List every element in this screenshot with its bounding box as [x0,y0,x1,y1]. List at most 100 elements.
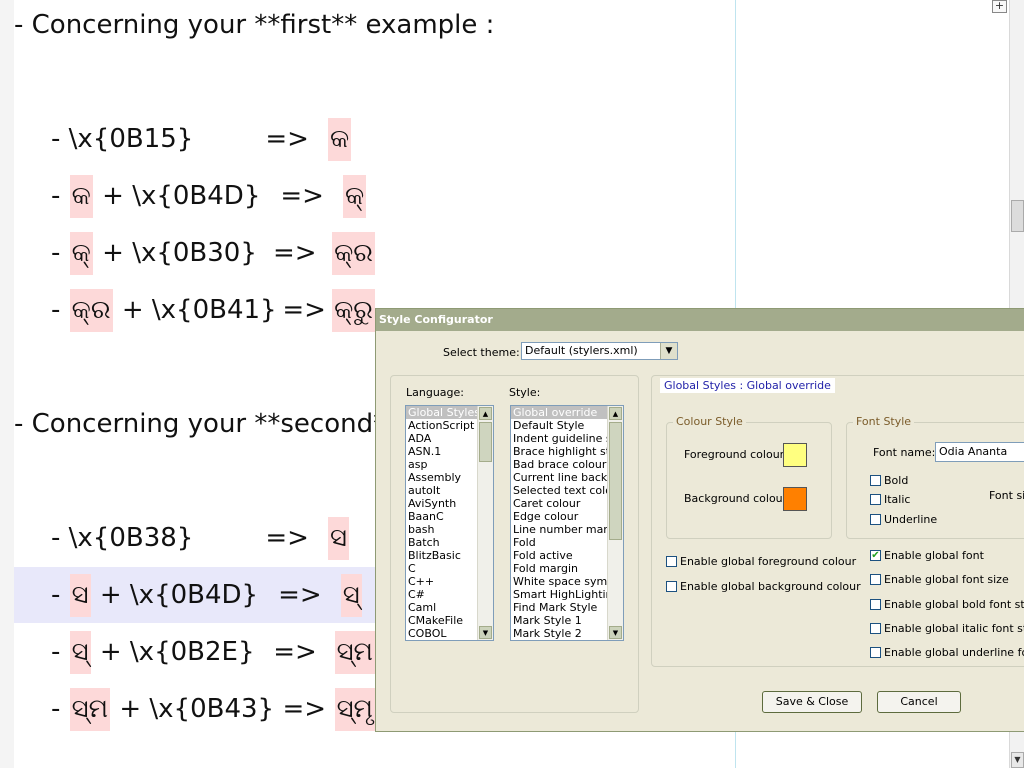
scrollbar-thumb[interactable] [479,422,492,462]
language-listbox[interactable]: Global Styles ActionScript ADA ASN.1 asp Asse… [405,405,494,641]
scroll-down-icon[interactable]: ▼ [609,626,622,639]
style-listbox[interactable]: Global override Default Style Indent guide… [510,405,624,641]
line-dash: - [51,124,69,154]
dialog-title: Style Configurator [376,309,1024,331]
style-configurator-dialog: Style Configurator Select theme: Default… [375,308,1024,732]
scrollbar-thumb[interactable] [1011,200,1024,232]
editor-line: - କ୍ + \x{0B30} => କ୍ର [14,225,376,281]
cancel-button[interactable]: Cancel [877,691,961,713]
style-list-item[interactable]: Fold active [511,549,609,562]
arrow-text: => [282,295,326,325]
editor-line: - କ + \x{0B4D} => କ୍ [14,168,376,224]
style-list-item[interactable]: Indent guideline style [511,432,609,445]
foreground-colour-swatch[interactable] [783,443,807,467]
theme-select[interactable]: Default (stylers.xml) ▼ [521,342,678,360]
language-label: Language: [406,386,464,399]
foreground-label: Foreground colour [684,448,785,461]
style-list-item[interactable]: Fold [511,536,609,549]
heading-text: - Concerning your **first** example : [14,10,495,40]
line-dash: - [51,580,69,610]
style-list-item[interactable]: Default Style [511,419,609,432]
style-list-item[interactable]: Bad brace colour [511,458,609,471]
codepoint-text: \x{0B38} [68,523,194,553]
style-list-item[interactable]: Find Mark Style [511,601,609,614]
bold-checkbox[interactable]: Bold [870,474,908,487]
font-name-field[interactable]: Odia Ananta [935,442,1024,462]
style-list-item[interactable]: Selected text colour [511,484,609,497]
style-label: Style: [509,386,541,399]
codepoint-text: + \x{0B41} [113,295,277,325]
style-list-item[interactable]: Caret colour [511,497,609,510]
style-list-item[interactable]: Global override [511,406,609,419]
line-dash: - [51,637,69,667]
arrow-text: => [273,637,317,667]
result-glyph: ସ୍ମ [334,630,375,674]
style-list-item[interactable]: Brace highlight style [511,445,609,458]
line-dash: - [51,181,69,211]
font-name-value: Odia Ananta [939,445,1008,458]
style-list-item[interactable]: Current line background [511,471,609,484]
editor-line: - \x{0B15} => କ [14,111,376,167]
source-glyph: ସ୍ [69,630,91,674]
result-glyph: ସ୍ [340,573,362,617]
background-colour-swatch[interactable] [783,487,807,511]
arrow-text: => [265,523,309,553]
arrow-text: => [273,238,317,268]
theme-select-value: Default (stylers.xml) [525,344,638,357]
language-listbox-scrollbar[interactable]: ▲ ▼ [477,406,493,640]
style-header-label: Global Styles : Global override [664,379,831,392]
scrollbar-thumb[interactable] [609,422,622,540]
scroll-up-icon[interactable]: ▲ [479,407,492,420]
source-glyph: କ [69,174,93,218]
enable-fg-checkbox[interactable]: Enable global foreground colour [666,555,856,568]
result-glyph: କ୍ରୁ [332,288,375,332]
source-glyph: ସ [69,573,91,617]
result-glyph: ସ [327,516,349,560]
source-glyph: ସ୍ମ [69,687,111,731]
arrow-text: => [278,580,322,610]
scroll-down-icon[interactable]: ▼ [479,626,492,639]
enable-bold-checkbox[interactable]: Enable global bold font style [870,598,1024,611]
editor-line: - \x{0B38} => ସ [14,510,376,566]
underline-label: Underline [884,513,938,526]
scroll-down-icon[interactable]: ▼ [1011,752,1024,768]
style-header-text: Global Styles : Global override [660,378,835,393]
line-dash: - [51,295,69,325]
style-list-item[interactable]: Mark Style 2 [511,627,609,640]
style-list-item[interactable]: Line number margin [511,523,609,536]
style-list-item[interactable]: Edge colour [511,510,609,523]
enable-underline-checkbox[interactable]: Enable global underline font s [870,646,1024,659]
style-listbox-scrollbar[interactable]: ▲ ▼ [607,406,623,640]
enable-bg-checkbox[interactable]: Enable global background colour [666,580,861,593]
arrow-text: => [280,181,324,211]
result-glyph: କ୍ [342,174,367,218]
select-theme-label: Select theme: [443,346,520,359]
underline-checkbox[interactable]: Underline [870,513,937,526]
chevron-down-icon[interactable]: ▼ [660,343,677,359]
style-list-item[interactable]: Smart HighLighting [511,588,609,601]
enable-italic-checkbox[interactable]: Enable global italic font style [870,622,1024,635]
editor-line: - ସ୍ମ + \x{0B43} => ସ୍ମୃ [14,681,376,737]
codepoint-text: + \x{0B43} [111,694,275,724]
enable-font-size-checkbox[interactable]: Enable global font size [870,573,1009,586]
codepoint-text: + \x{0B4D} [93,181,261,211]
line-dash: - [51,523,69,553]
save-close-button[interactable]: Save & Close [762,691,862,713]
style-list-item[interactable]: Fold margin [511,562,609,575]
scroll-up-icon[interactable]: ▲ [609,407,622,420]
result-glyph: ସ୍ମୃ [334,687,375,731]
source-glyph: କ୍ର [69,288,113,332]
enable-font-checkbox[interactable]: ✔ Enable global font [870,549,984,562]
style-list-item[interactable]: White space symbol [511,575,609,588]
font-size-label: Font siz [989,489,1024,502]
plus-box-icon[interactable]: + [992,0,1007,13]
colour-style-legend: Colour Style [673,415,746,428]
codepoint-text: + \x{0B4D} [91,580,259,610]
checkmark-icon: ✔ [870,550,881,561]
enable-italic-label: Enable global italic font style [884,622,1024,635]
italic-checkbox[interactable]: Italic [870,493,910,506]
style-list-item[interactable]: Mark Style 1 [511,614,609,627]
codepoint-text: + \x{0B2E} [91,637,255,667]
editor-line-heading-2: - Concerning your **second** [14,396,399,452]
codepoint-text: \x{0B15} [68,124,194,154]
